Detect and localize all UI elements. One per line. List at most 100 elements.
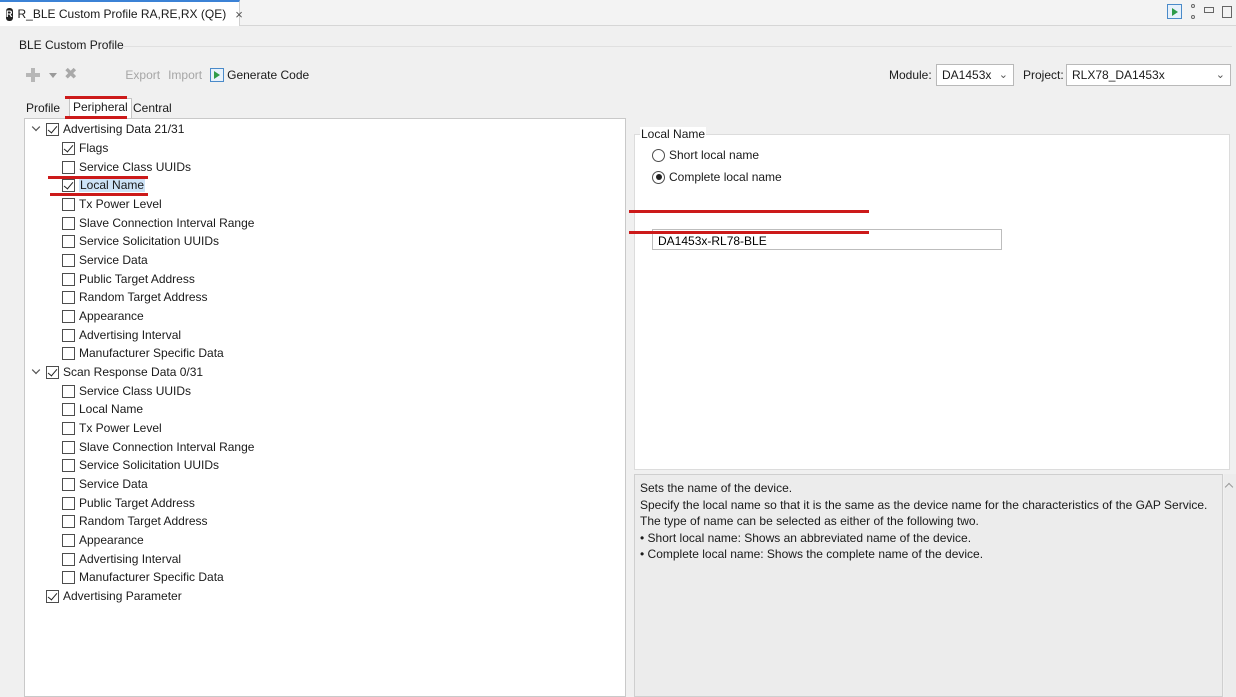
checkbox[interactable] bbox=[62, 346, 75, 360]
tree-item-label: Service Class UUIDs bbox=[79, 384, 192, 398]
toolbar: ✖ Export Import Generate Code bbox=[26, 64, 309, 86]
tree-item-label: Slave Connection Interval Range bbox=[79, 440, 255, 454]
checkbox[interactable] bbox=[62, 496, 75, 510]
checkbox[interactable] bbox=[62, 197, 75, 211]
tree-item-label: Service Data bbox=[79, 253, 148, 267]
run-code-icon[interactable] bbox=[1167, 4, 1182, 19]
tree-item-service-data[interactable]: Service Data bbox=[62, 475, 148, 493]
tree-item-label: Local Name bbox=[79, 178, 146, 192]
tree-node-label: Scan Response Data 0/31 bbox=[63, 365, 204, 379]
checkbox[interactable] bbox=[62, 552, 75, 566]
tree-item-label: Public Target Address bbox=[79, 272, 195, 286]
tree-item-public-target-address[interactable]: Public Target Address bbox=[62, 494, 195, 512]
tree-item-tx-power-level[interactable]: Tx Power Level bbox=[62, 195, 162, 213]
tree-item-service-solicitation-uuids[interactable]: Service Solicitation UUIDs bbox=[62, 232, 219, 250]
description-line: Specify the local name so that it is the… bbox=[640, 497, 1208, 512]
radio-button[interactable] bbox=[652, 170, 665, 184]
section-title: BLE Custom Profile bbox=[19, 38, 124, 52]
tree-item-label: Local Name bbox=[79, 402, 144, 416]
tree-item-appearance[interactable]: Appearance bbox=[62, 307, 144, 325]
tab-peripheral[interactable]: Peripheral bbox=[69, 98, 132, 118]
advertising-data-checkbox[interactable] bbox=[46, 122, 59, 136]
chevron-down-icon: ⌄ bbox=[1215, 69, 1225, 81]
complete-local-name-radio[interactable]: Complete local name bbox=[652, 170, 782, 184]
scan-response-data-checkbox[interactable] bbox=[46, 365, 59, 379]
tree-item-manufacturer-specific-data[interactable]: Manufacturer Specific Data bbox=[62, 568, 224, 586]
tree-item-service-class-uuids[interactable]: Service Class UUIDs bbox=[62, 382, 191, 400]
description-line: Sets the name of the device. bbox=[640, 481, 793, 495]
checkbox[interactable] bbox=[62, 421, 75, 435]
more-options-icon[interactable] bbox=[1190, 4, 1196, 19]
import-button[interactable]: Import bbox=[168, 68, 202, 82]
add-icon[interactable] bbox=[26, 68, 40, 82]
minimize-icon[interactable] bbox=[1204, 6, 1214, 13]
short-local-name-radio[interactable]: Short local name bbox=[652, 148, 759, 162]
checkbox[interactable] bbox=[62, 290, 75, 304]
maximize-icon[interactable] bbox=[1222, 5, 1232, 18]
tree-item-label: Manufacturer Specific Data bbox=[79, 570, 224, 584]
chevron-down-icon: ⌄ bbox=[998, 69, 1008, 81]
tree-item-tx-power-level[interactable]: Tx Power Level bbox=[62, 419, 162, 437]
tree-item-random-target-address[interactable]: Random Target Address bbox=[62, 512, 208, 530]
generate-code-icon[interactable] bbox=[210, 68, 225, 82]
tree-item-service-data[interactable]: Service Data bbox=[62, 251, 148, 269]
checkbox[interactable] bbox=[62, 253, 75, 267]
tree-item-service-class-uuids[interactable]: Service Class UUIDs bbox=[62, 158, 191, 176]
annotation-underline bbox=[65, 96, 127, 99]
editor-tab-ble-custom-profile[interactable]: R R_BLE Custom Profile RA,RE,RX (QE) × bbox=[0, 0, 243, 26]
tree-node-advertising-parameter[interactable]: Advertising Parameter bbox=[46, 587, 182, 605]
checkbox[interactable] bbox=[62, 141, 75, 155]
checkbox[interactable] bbox=[62, 514, 75, 528]
annotation-underline bbox=[48, 176, 148, 179]
checkbox[interactable] bbox=[62, 309, 75, 323]
tree-node-advertising-data[interactable]: Advertising Data 21/31 bbox=[31, 120, 184, 138]
tree-item-slave-connection-interval-range[interactable]: Slave Connection Interval Range bbox=[62, 214, 254, 232]
annotation-underline bbox=[629, 210, 869, 213]
checkbox[interactable] bbox=[62, 570, 75, 584]
tree-item-random-target-address[interactable]: Random Target Address bbox=[62, 288, 208, 306]
generate-code-button[interactable]: Generate Code bbox=[227, 68, 309, 82]
radio-label: Short local name bbox=[669, 148, 760, 162]
checkbox[interactable] bbox=[62, 234, 75, 248]
close-icon[interactable]: × bbox=[235, 7, 243, 22]
checkbox[interactable] bbox=[62, 477, 75, 491]
tree-item-public-target-address[interactable]: Public Target Address bbox=[62, 270, 195, 288]
export-button[interactable]: Export bbox=[125, 68, 160, 82]
tree-item-label: Manufacturer Specific Data bbox=[79, 346, 224, 360]
chevron-down-icon[interactable] bbox=[31, 365, 41, 375]
tree-item-appearance[interactable]: Appearance bbox=[62, 531, 144, 549]
tree-item-label: Service Solicitation UUIDs bbox=[79, 458, 220, 472]
checkbox[interactable] bbox=[62, 384, 75, 398]
project-select[interactable]: RLX78_DA1453x ⌄ bbox=[1066, 64, 1231, 86]
advertising-parameter-checkbox[interactable] bbox=[46, 589, 59, 603]
checkbox[interactable] bbox=[62, 533, 75, 547]
checkbox[interactable] bbox=[62, 458, 75, 472]
checkbox[interactable] bbox=[62, 178, 75, 192]
tree-item-manufacturer-specific-data[interactable]: Manufacturer Specific Data bbox=[62, 344, 224, 362]
tree-item-advertising-interval[interactable]: Advertising Interval bbox=[62, 550, 181, 568]
delete-icon[interactable]: ✖ bbox=[64, 67, 77, 83]
description-scrollbar[interactable] bbox=[1224, 474, 1236, 697]
advertising-tree: Advertising Data 21/31 Flags Service Cla… bbox=[24, 118, 626, 697]
chevron-down-icon[interactable] bbox=[31, 122, 41, 132]
checkbox[interactable] bbox=[62, 402, 75, 416]
checkbox[interactable] bbox=[62, 216, 75, 230]
checkbox[interactable] bbox=[62, 160, 75, 174]
tab-central[interactable]: Central bbox=[130, 100, 175, 118]
tree-item-local-name[interactable]: Local Name bbox=[62, 400, 143, 418]
radio-button[interactable] bbox=[652, 148, 665, 162]
description-line: • Short local name: Shows an abbreviated… bbox=[640, 530, 972, 545]
checkbox[interactable] bbox=[62, 328, 75, 342]
checkbox[interactable] bbox=[62, 272, 75, 286]
app-icon: R bbox=[6, 7, 13, 21]
tab-profile[interactable]: Profile bbox=[23, 100, 63, 118]
tree-node-scan-response-data[interactable]: Scan Response Data 0/31 bbox=[31, 363, 203, 381]
checkbox[interactable] bbox=[62, 440, 75, 454]
tree-item-service-solicitation-uuids[interactable]: Service Solicitation UUIDs bbox=[62, 456, 219, 474]
module-select[interactable]: DA1453x ⌄ bbox=[936, 64, 1014, 86]
tree-item-label: Flags bbox=[79, 141, 109, 155]
tree-item-flags[interactable]: Flags bbox=[62, 139, 108, 157]
dropdown-arrow-icon[interactable] bbox=[49, 72, 57, 78]
tree-item-slave-connection-interval-range[interactable]: Slave Connection Interval Range bbox=[62, 438, 254, 456]
tree-item-advertising-interval[interactable]: Advertising Interval bbox=[62, 326, 181, 344]
